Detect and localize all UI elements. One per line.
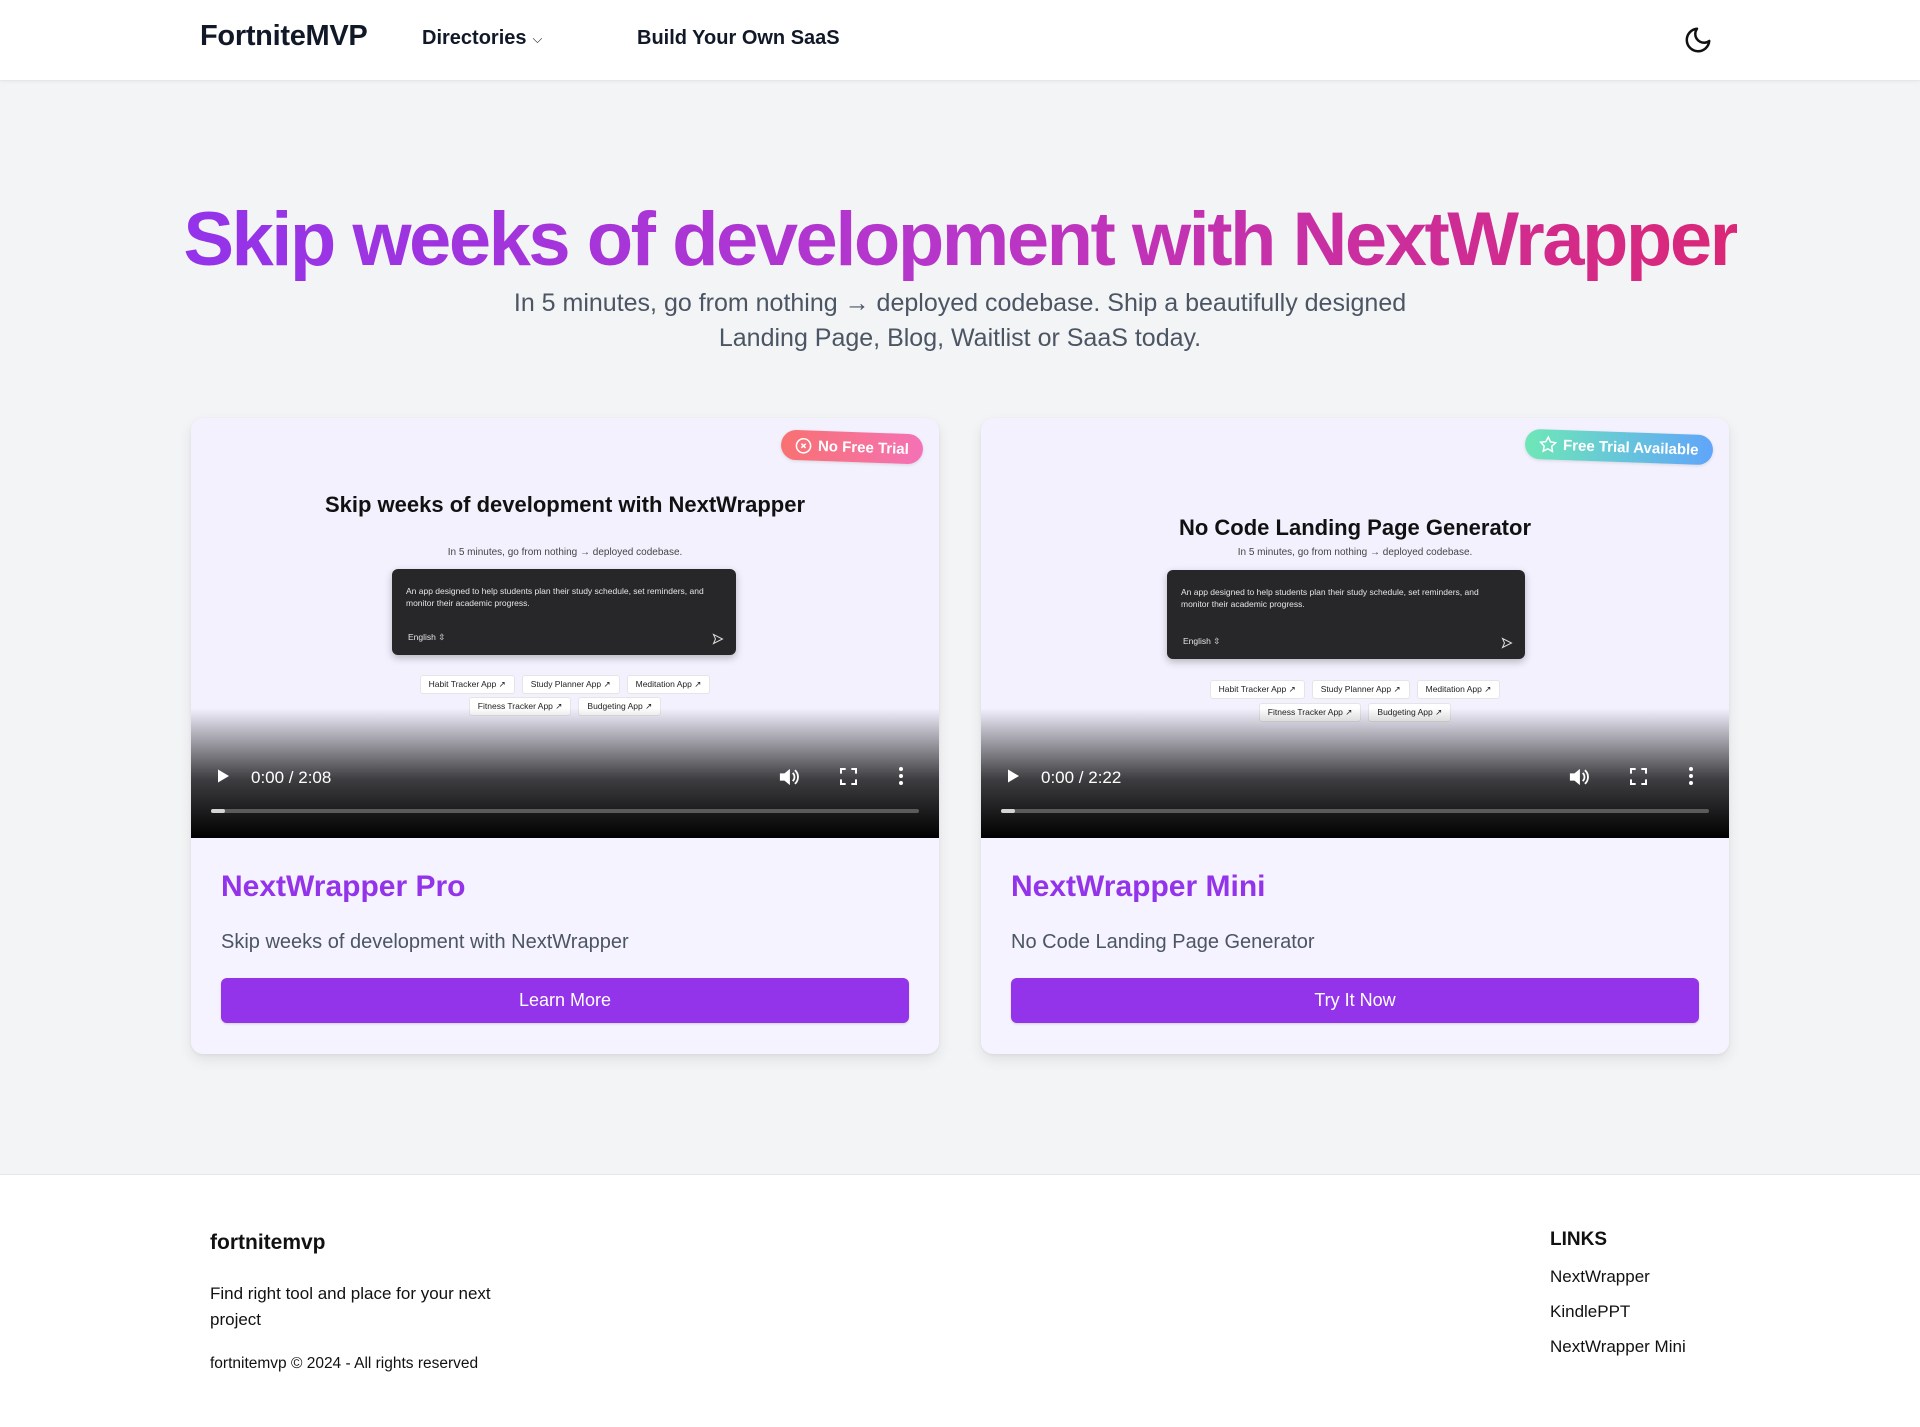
site-logo[interactable]: FortniteMVP (200, 20, 368, 53)
try-it-now-button[interactable]: Try It Now (1011, 978, 1699, 1023)
footer-brand: fortnitemvp (210, 1231, 326, 1254)
fullscreen-icon[interactable] (840, 768, 857, 785)
nav-build-your-own-saas[interactable]: Build Your Own SaaS (637, 27, 840, 50)
footer-link-kindleppt[interactable]: KindlePPT (1550, 1302, 1630, 1322)
card-title: NextWrapper Mini (1011, 870, 1266, 903)
video-progress-fill (1001, 809, 1016, 813)
video-progress-fill (211, 809, 226, 813)
nav-directories-dropdown[interactable]: Directories ⌵ (422, 27, 542, 50)
video-progress-bar[interactable] (211, 809, 919, 813)
site-footer: fortnitemvp Find right tool and place fo… (0, 1174, 1920, 1427)
product-video[interactable]: No Code Landing Page Generator In 5 minu… (981, 418, 1729, 838)
volume-icon[interactable] (1568, 767, 1590, 787)
card-title: NextWrapper Pro (221, 870, 466, 903)
footer-links-heading: LINKS (1550, 1229, 1607, 1250)
card-description: No Code Landing Page Generator (1011, 931, 1315, 953)
play-icon[interactable] (1005, 768, 1021, 784)
product-card-nextwrapper-mini: No Code Landing Page Generator In 5 minu… (981, 418, 1729, 1054)
video-progress-bar[interactable] (1001, 809, 1709, 813)
hero-subtitle: In 5 minutes, go from nothing → deployed… (513, 289, 1407, 352)
nav-directories-label: Directories (422, 27, 527, 49)
volume-icon[interactable] (778, 767, 800, 787)
video-time: 0:00 / 2:22 (1041, 768, 1122, 787)
more-options-icon[interactable] (1687, 766, 1695, 786)
footer-copyright: fortnitemvp © 2024 - All rights reserved (210, 1355, 479, 1372)
moon-icon[interactable] (1683, 25, 1713, 55)
hero-title: Skip weeks of development with NextWrapp… (183, 197, 1739, 282)
chevron-down-icon: ⌵ (532, 30, 543, 46)
product-card-nextwrapper-pro: Skip weeks of development with NextWrapp… (191, 418, 939, 1054)
more-options-icon[interactable] (897, 766, 905, 786)
video-controls: 0:00 / 2:08 (191, 418, 939, 838)
site-header: FortniteMVP Directories ⌵ Build Your Own… (0, 0, 1920, 81)
footer-tagline: Find right tool and place for your next … (210, 1284, 491, 1329)
card-description: Skip weeks of development with NextWrapp… (221, 931, 629, 953)
video-controls: 0:00 / 2:22 (981, 418, 1729, 838)
fullscreen-icon[interactable] (1630, 768, 1647, 785)
video-time: 0:00 / 2:08 (251, 768, 332, 787)
footer-link-nextwrapper[interactable]: NextWrapper (1550, 1267, 1650, 1287)
learn-more-button[interactable]: Learn More (221, 978, 909, 1023)
product-video[interactable]: Skip weeks of development with NextWrapp… (191, 418, 939, 838)
play-icon[interactable] (215, 768, 231, 784)
footer-link-nextwrapper-mini[interactable]: NextWrapper Mini (1550, 1337, 1686, 1357)
